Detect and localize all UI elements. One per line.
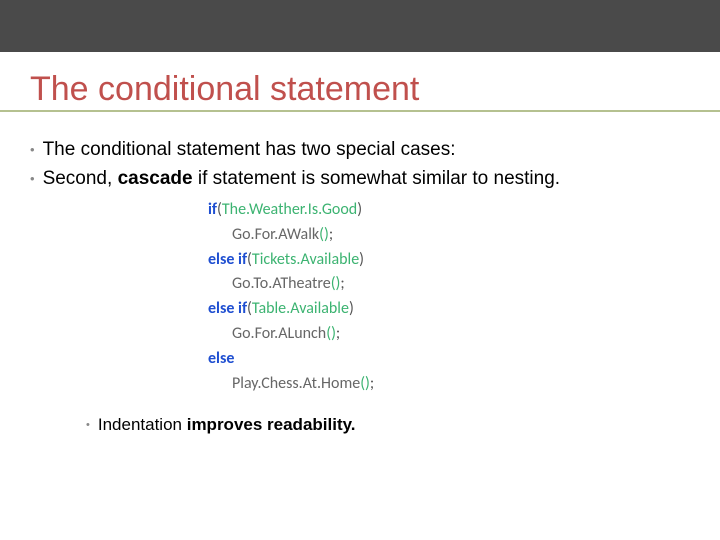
call-parens: () — [319, 225, 329, 244]
keyword-else-if: else if — [208, 250, 247, 269]
text-post: if statement is somewhat similar to nest… — [193, 168, 560, 189]
text-pre: Indentation — [98, 415, 187, 434]
code-line: else if(Tickets.Available) — [190, 248, 690, 273]
text-bold: cascade — [118, 168, 193, 189]
code-block: if(The.Weather.Is.Good) Go.For.AWalk(); … — [190, 198, 690, 396]
code-line: else if(Table.Available) — [190, 297, 690, 322]
bullet-dot-icon: • — [30, 166, 35, 192]
bullet-dot-icon: • — [86, 414, 90, 436]
semicolon: ; — [370, 374, 374, 393]
statement: Go.For.ALunch — [232, 324, 326, 343]
code-line: else — [190, 347, 690, 372]
statement: Play.Chess.At.Home — [232, 374, 360, 393]
content-area: • The conditional statement has two spec… — [0, 109, 720, 437]
page-title: The conditional statement — [0, 52, 720, 109]
code-line: Go.To.ATheatre(); — [190, 272, 690, 297]
paren-close: ) — [359, 250, 364, 269]
slide: The conditional statement • The conditio… — [0, 0, 720, 540]
bullet-dot-icon: • — [30, 137, 35, 163]
paren-close: ) — [349, 299, 354, 318]
statement: Go.To.ATheatre — [232, 274, 331, 293]
call-parens: () — [360, 374, 370, 393]
condition: Table.Available — [252, 299, 349, 318]
text-bold: improves readability. — [187, 415, 356, 434]
semicolon: ; — [329, 225, 333, 244]
condition: The.Weather.Is.Good — [222, 200, 357, 219]
bullet-text: Second, cascade if statement is somewhat… — [43, 166, 690, 192]
keyword-if: if — [208, 200, 217, 219]
semicolon: ; — [336, 324, 340, 343]
semicolon: ; — [340, 274, 344, 293]
statement: Go.For.AWalk — [232, 225, 319, 244]
top-bar — [0, 0, 720, 52]
keyword-else-if: else if — [208, 299, 247, 318]
code-line: Play.Chess.At.Home(); — [190, 372, 690, 397]
sub-bullet-item: • Indentation improves readability. — [86, 414, 690, 437]
call-parens: () — [331, 274, 341, 293]
condition: Tickets.Available — [252, 250, 359, 269]
bullet-item: • Second, cascade if statement is somewh… — [30, 166, 690, 192]
bullet-text: The conditional statement has two specia… — [43, 137, 690, 163]
bullet-item: • The conditional statement has two spec… — [30, 137, 690, 163]
code-line: if(The.Weather.Is.Good) — [190, 198, 690, 223]
title-divider — [0, 110, 720, 112]
call-parens: () — [326, 324, 336, 343]
sub-bullet-text: Indentation improves readability. — [98, 414, 356, 437]
code-line: Go.For.AWalk(); — [190, 223, 690, 248]
paren-close: ) — [357, 200, 362, 219]
code-line: Go.For.ALunch(); — [190, 322, 690, 347]
text-pre: Second, — [43, 168, 118, 189]
keyword-else: else — [208, 349, 234, 368]
